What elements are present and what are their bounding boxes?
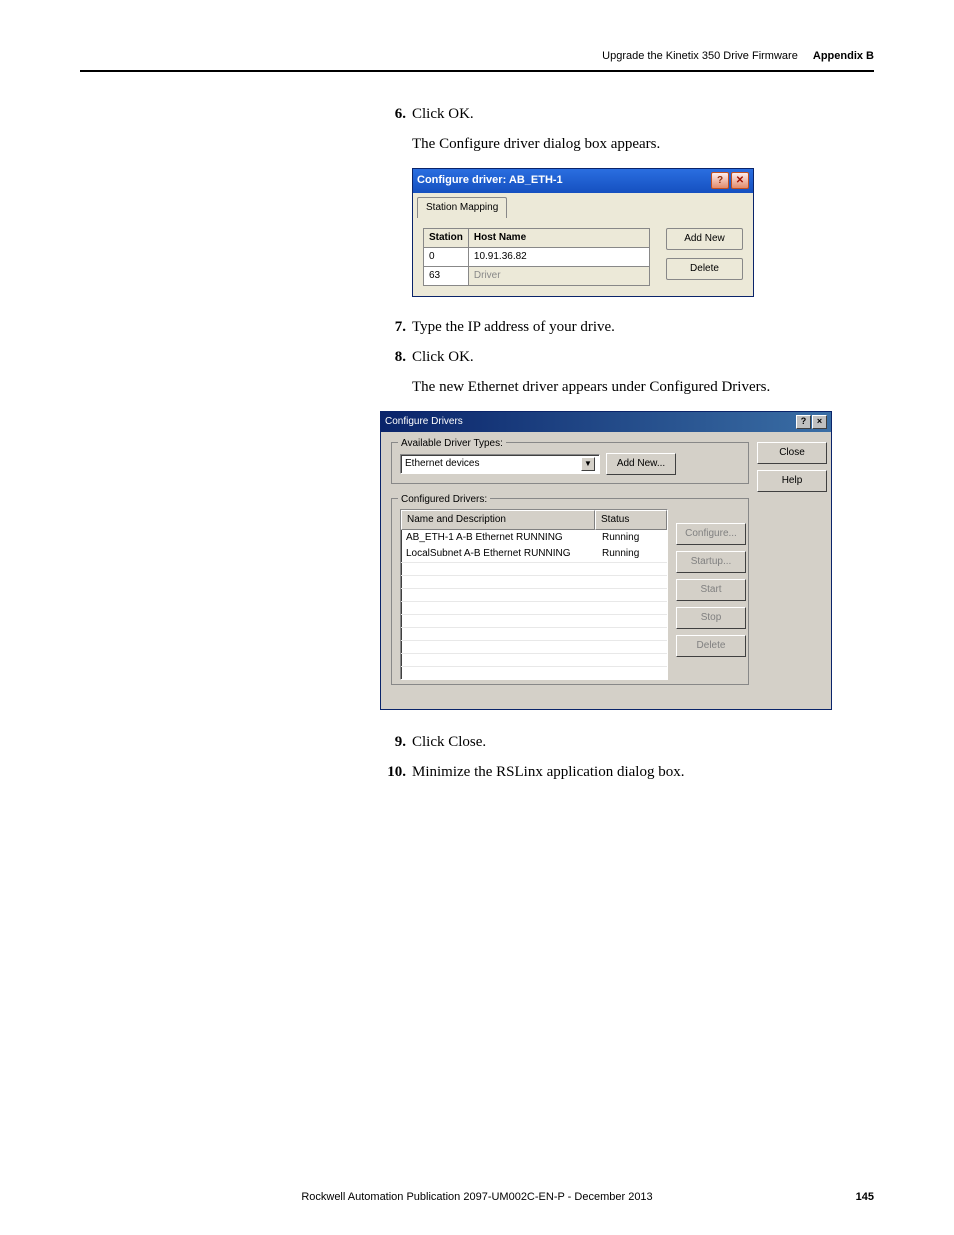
cell-station: 0	[424, 247, 469, 266]
table-row[interactable]: 63 Driver	[424, 266, 650, 285]
step-7: 7. Type the IP address of your drive.	[380, 315, 874, 339]
add-new-button[interactable]: Add New...	[606, 453, 676, 475]
group-label: Available Driver Types:	[398, 436, 506, 452]
close-button[interactable]: Close	[757, 442, 827, 464]
step-6: 6. Click OK.	[380, 102, 874, 126]
group-label: Configured Drivers:	[398, 492, 490, 508]
page-footer: Rockwell Automation Publication 2097-UM0…	[80, 1191, 874, 1203]
header-rule	[80, 70, 874, 72]
tab-station-mapping[interactable]: Station Mapping	[417, 197, 507, 218]
step-text: Minimize the RSLinx application dialog b…	[412, 760, 874, 784]
delete-button[interactable]: Delete	[666, 258, 743, 280]
list-item[interactable]: LocalSubnet A-B Ethernet RUNNING Running	[401, 546, 667, 562]
table-row[interactable]: 0 10.91.36.82	[424, 247, 650, 266]
configure-driver-dialog: Configure driver: AB_ETH-1 ? ✕ Station M…	[412, 168, 754, 297]
available-driver-types-group: Available Driver Types: Ethernet devices…	[391, 442, 749, 484]
help-icon[interactable]: ?	[711, 172, 729, 189]
cell-station: 63	[424, 266, 469, 285]
step-6-sub: The Configure driver dialog box appears.	[412, 132, 874, 156]
step-text: Click OK.	[412, 102, 874, 126]
help-icon[interactable]: ?	[796, 415, 811, 429]
step-number: 9.	[380, 730, 406, 754]
empty-row	[401, 666, 667, 679]
driver-status: Running	[597, 530, 667, 546]
empty-row	[401, 627, 667, 640]
close-icon[interactable]: ✕	[731, 172, 749, 189]
empty-row	[401, 653, 667, 666]
step-text: Click OK.	[412, 345, 874, 369]
cell-host: Driver	[468, 266, 649, 285]
drivers-list: Name and Description Status AB_ETH-1 A-B…	[400, 509, 668, 680]
driver-status: Running	[597, 546, 667, 562]
footer-publication: Rockwell Automation Publication 2097-UM0…	[80, 1191, 874, 1203]
step-text: Click Close.	[412, 730, 874, 754]
startup-button[interactable]: Startup...	[676, 551, 746, 573]
list-item[interactable]: AB_ETH-1 A-B Ethernet RUNNING Running	[401, 530, 667, 546]
step-number: 10.	[380, 760, 406, 784]
step-text: Type the IP address of your drive.	[412, 315, 874, 339]
step-number: 7.	[380, 315, 406, 339]
configure-drivers-dialog: Configure Drivers ? × Available Driver T…	[380, 411, 832, 710]
cell-host: 10.91.36.82	[468, 247, 649, 266]
header-appendix: Appendix B	[813, 50, 874, 62]
step-8-sub: The new Ethernet driver appears under Co…	[412, 375, 874, 399]
col-name: Name and Description	[401, 510, 595, 530]
step-number: 8.	[380, 345, 406, 369]
stop-button[interactable]: Stop	[676, 607, 746, 629]
dialog-title: Configure driver: AB_ETH-1	[417, 172, 563, 190]
col-status: Status	[595, 510, 667, 530]
header-title: Upgrade the Kinetix 350 Drive Firmware	[602, 50, 798, 62]
driver-name: AB_ETH-1 A-B Ethernet RUNNING	[401, 530, 597, 546]
empty-row	[401, 562, 667, 575]
select-value: Ethernet devices	[405, 456, 480, 472]
step-8: 8. Click OK.	[380, 345, 874, 369]
configure-button[interactable]: Configure...	[676, 523, 746, 545]
step-number: 6.	[380, 102, 406, 126]
help-button[interactable]: Help	[757, 470, 827, 492]
add-new-button[interactable]: Add New	[666, 228, 743, 250]
chevron-down-icon[interactable]: ▼	[581, 457, 595, 471]
empty-row	[401, 601, 667, 614]
station-table: Station Host Name 0 10.91.36.82 63 Drive…	[423, 228, 650, 286]
col-hostname: Host Name	[468, 228, 649, 247]
empty-row	[401, 614, 667, 627]
page-header: Upgrade the Kinetix 350 Drive Firmware A…	[80, 50, 874, 62]
empty-row	[401, 588, 667, 601]
driver-name: LocalSubnet A-B Ethernet RUNNING	[401, 546, 597, 562]
step-10: 10. Minimize the RSLinx application dial…	[380, 760, 874, 784]
empty-row	[401, 575, 667, 588]
dialog-titlebar: Configure Drivers ? ×	[381, 412, 831, 432]
start-button[interactable]: Start	[676, 579, 746, 601]
empty-row	[401, 640, 667, 653]
driver-type-select[interactable]: Ethernet devices ▼	[400, 454, 600, 474]
dialog-title: Configure Drivers	[385, 414, 463, 430]
close-icon[interactable]: ×	[812, 415, 827, 429]
step-9: 9. Click Close.	[380, 730, 874, 754]
dialog-titlebar: Configure driver: AB_ETH-1 ? ✕	[413, 169, 753, 193]
col-station: Station	[424, 228, 469, 247]
delete-button[interactable]: Delete	[676, 635, 746, 657]
configured-drivers-group: Configured Drivers: Name and Description…	[391, 498, 749, 685]
